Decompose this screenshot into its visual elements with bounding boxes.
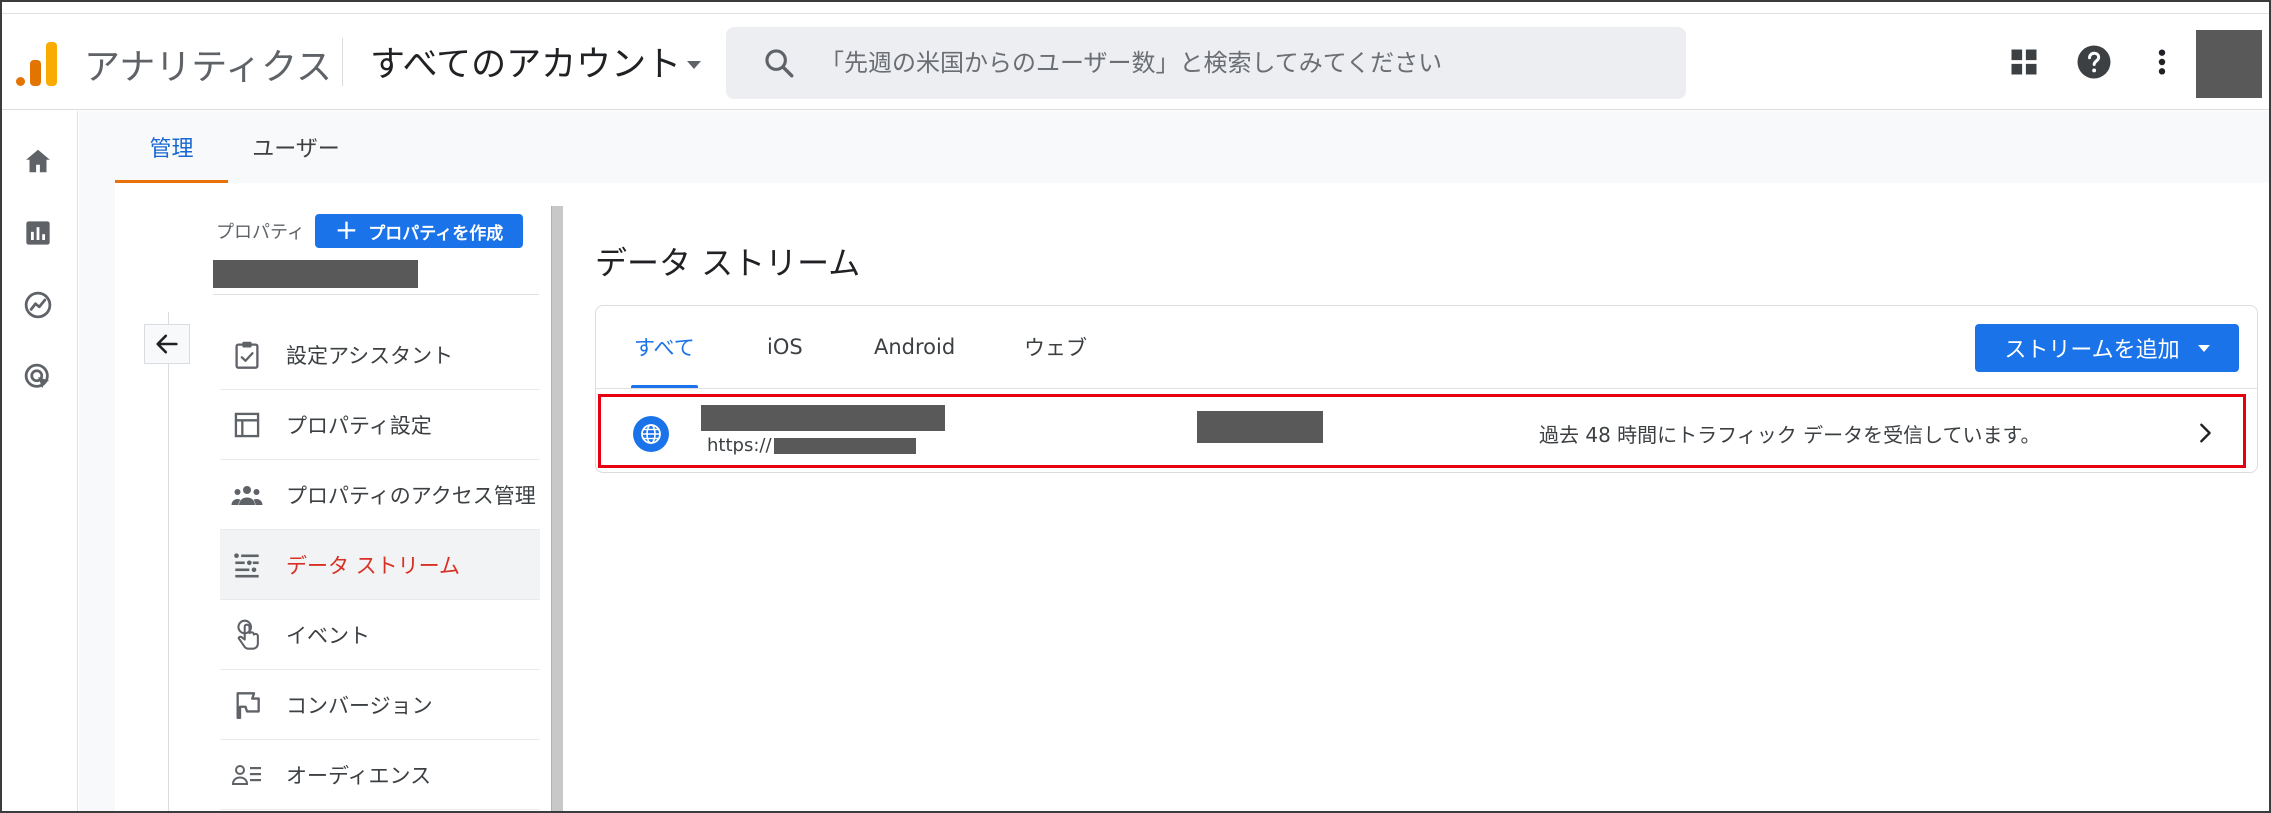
explore-icon[interactable]	[20, 287, 56, 323]
menu-item-label: プロパティのアクセス管理	[286, 483, 536, 508]
menu-item-property-settings[interactable]: プロパティ設定	[220, 390, 540, 460]
menu-item-label: データ ストリーム	[286, 553, 461, 578]
menu-item-conversions[interactable]: コンバージョン	[220, 670, 540, 740]
app-window: アナリティクス すべてのアカウント 「先週の米国からのユーザー数」と検索してみて…	[0, 0, 2271, 813]
page-title: データ ストリーム	[595, 244, 861, 282]
tab-users[interactable]: ユーザー	[241, 111, 351, 183]
web-globe-icon	[633, 416, 669, 452]
admin-tabs: 管理 ユーザー	[115, 111, 2269, 183]
tab-all[interactable]: すべて	[631, 306, 698, 388]
menu-item-label: イベント	[286, 623, 370, 648]
back-button[interactable]	[144, 324, 190, 364]
stream-status: 過去 48 時間にトラフィック データを受信しています。	[1539, 423, 2041, 447]
add-stream-button[interactable]: ストリームを追加	[1975, 324, 2239, 372]
menu-item-setup-assistant[interactable]: 設定アシスタント	[220, 320, 540, 390]
property-selector-redacted[interactable]	[213, 260, 418, 288]
menu-item-audiences[interactable]: オーディエンス	[220, 740, 540, 810]
stream-row[interactable]: https:// 過去 48 時間にトラフィック データを受信しています。	[598, 394, 2246, 468]
search-input[interactable]	[820, 49, 1686, 77]
stream-url-redacted	[773, 437, 916, 454]
create-property-label: プロパティを作成	[368, 223, 504, 244]
account-selector[interactable]: すべてのアカウント	[370, 36, 702, 87]
account-selector-label: すべてのアカウント	[370, 45, 682, 85]
home-icon[interactable]	[20, 143, 56, 179]
column-tree-line	[168, 312, 169, 811]
menu-item-data-streams[interactable]: データ ストリーム	[220, 530, 540, 600]
stream-id-redacted	[1197, 411, 1323, 443]
stream-name-redacted	[701, 405, 945, 431]
tab-admin[interactable]: 管理	[115, 111, 228, 183]
property-divider	[213, 294, 539, 295]
arrow-back-icon	[156, 334, 178, 354]
menu-item-label: 設定アシスタント	[286, 343, 454, 368]
browser-top-strip	[2, 2, 2269, 14]
touch-icon	[230, 618, 264, 652]
property-menu: 設定アシスタント プロパティ設定 プロパティのアクセス管理 データ ストリーム …	[220, 320, 540, 810]
caret-down-icon	[687, 60, 702, 69]
property-label: プロパティ	[216, 222, 305, 243]
tab-android[interactable]: Android	[874, 306, 955, 388]
header-divider	[342, 38, 343, 86]
top-app-bar: アナリティクス すべてのアカウント	[2, 14, 2269, 110]
data-streams-icon	[230, 548, 264, 582]
checklist-icon	[230, 338, 264, 372]
chevron-right-icon	[2191, 419, 2219, 447]
search-bar[interactable]	[726, 27, 1686, 99]
tab-ios[interactable]: iOS	[767, 306, 803, 388]
plus-icon: +	[334, 212, 359, 246]
reports-icon[interactable]	[20, 215, 56, 251]
tabs-divider	[596, 388, 2257, 389]
left-nav-rail	[2, 111, 78, 811]
advertising-icon[interactable]	[20, 359, 56, 395]
create-property-button[interactable]: + プロパティを作成	[315, 214, 523, 248]
app-title: アナリティクス	[84, 47, 333, 88]
menu-item-label: コンバージョン	[286, 693, 433, 718]
help-icon[interactable]	[2074, 42, 2114, 82]
menu-item-label: オーディエンス	[286, 763, 432, 788]
column-scrollbar[interactable]	[551, 206, 563, 811]
people-icon	[230, 478, 264, 512]
stream-url: https://	[707, 435, 916, 456]
menu-item-label: プロパティ設定	[286, 413, 432, 438]
tab-web[interactable]: ウェブ	[1024, 306, 1087, 388]
account-avatar[interactable]	[2196, 30, 2262, 98]
apps-grid-icon[interactable]	[2004, 42, 2044, 82]
more-vert-icon[interactable]	[2142, 42, 2182, 82]
dropdown-arrow-icon	[2197, 344, 2210, 352]
search-icon	[765, 49, 794, 78]
menu-item-property-access[interactable]: プロパティのアクセス管理	[220, 460, 540, 530]
analytics-logo-icon[interactable]	[16, 42, 60, 86]
menu-item-events[interactable]: イベント	[220, 600, 540, 670]
property-settings-icon	[230, 408, 264, 442]
audience-icon	[230, 758, 264, 792]
add-stream-label: ストリームを追加	[2004, 338, 2180, 363]
stream-url-prefix: https://	[707, 435, 772, 456]
flag-icon	[230, 688, 264, 722]
